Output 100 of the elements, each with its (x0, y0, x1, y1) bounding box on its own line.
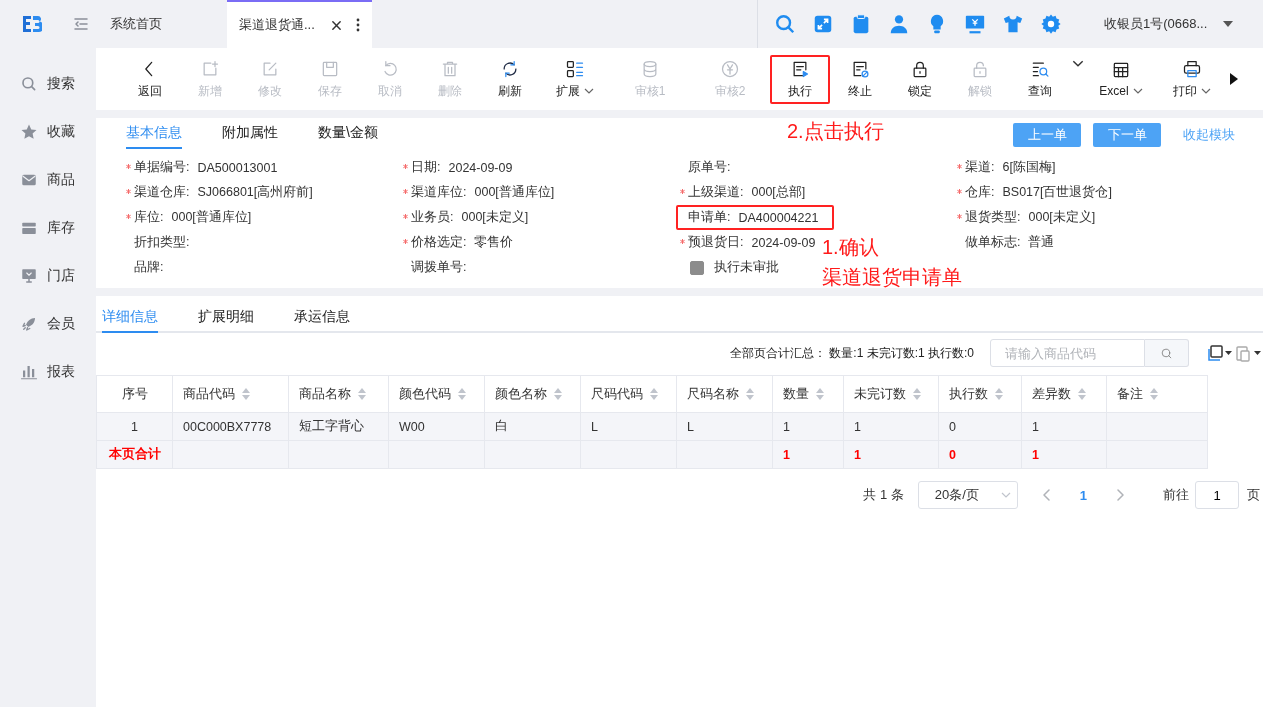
rocket-icon (20, 315, 38, 333)
table-cell: 0 (938, 412, 1022, 441)
user-menu[interactable]: 收银员1号(0668... (1104, 0, 1234, 48)
table-cell: 1 (772, 412, 844, 441)
chevron-right-icon (1115, 489, 1125, 501)
column-header[interactable]: 颜色代码 (388, 375, 485, 413)
column-header[interactable]: 数量 (772, 375, 844, 413)
table-cell: 1 (96, 412, 173, 441)
toolbar-button[interactable]: 扩展 (540, 58, 610, 100)
sidebar-item[interactable]: 报表 (0, 348, 96, 396)
toolbar-button[interactable]: 刷新 (480, 58, 540, 100)
section-tab[interactable]: 详细信息 (102, 302, 158, 333)
sidebar-item[interactable]: 门店 (0, 252, 96, 300)
sort-icon[interactable] (994, 387, 1004, 401)
toolbar-button[interactable]: 打印 (1156, 58, 1228, 100)
table-cell: 1 (843, 412, 939, 441)
table-cell: L (580, 412, 677, 441)
checkbox-label: 执行未审批 (714, 259, 779, 276)
form-field: 日期: 2024-09-09 (401, 155, 515, 180)
column-header[interactable]: 商品代码 (172, 375, 289, 413)
sort-icon[interactable] (1077, 387, 1087, 401)
chevron-down-icon (1132, 88, 1143, 94)
page-unit: 页 (1247, 486, 1260, 504)
form-field: 预退货日: 2024-09-09 (678, 230, 818, 255)
total-cell: 1 (843, 440, 939, 469)
form-field: 渠道库位: 000[普通库位] (401, 180, 557, 205)
search-icon[interactable] (774, 13, 796, 35)
sort-icon[interactable] (745, 387, 755, 401)
summary-text: 全部页合计汇总： 数量:1 未完订数:1 执行数:0 (729, 344, 974, 362)
shirt-icon[interactable] (1002, 13, 1024, 35)
sort-icon[interactable] (912, 387, 922, 401)
section-tab[interactable]: 数量\金额 (318, 118, 378, 149)
logo-icon (22, 15, 42, 33)
table-icon (1111, 60, 1131, 80)
section-tab[interactable]: 承运信息 (294, 302, 350, 333)
sidebar-item[interactable]: 库存 (0, 204, 96, 252)
sidebar-item[interactable]: 搜索 (0, 60, 96, 108)
sort-icon[interactable] (1149, 387, 1159, 401)
section-tab[interactable]: 附加属性 (222, 118, 278, 149)
form-field: 退货类型: 000[未定义] (955, 205, 1098, 230)
column-header[interactable]: 执行数 (938, 375, 1022, 413)
form-field: 申请单: DA400004221 (676, 205, 835, 230)
sort-icon[interactable] (457, 387, 467, 401)
chevron-down-icon (1000, 492, 1011, 498)
more-vertical-icon[interactable] (356, 18, 360, 32)
toolbar-button[interactable]: Excel (1086, 60, 1156, 98)
settings-icon[interactable] (1040, 13, 1062, 35)
search-icon (20, 75, 38, 93)
page-tab[interactable]: 系统首页 (96, 0, 227, 48)
toolbar-button[interactable]: 返回 (120, 58, 180, 100)
table-cell: L (676, 412, 773, 441)
paste-dropdown-icon[interactable] (1235, 344, 1261, 362)
expand-icon[interactable] (812, 13, 834, 35)
page-input[interactable]: 1 (1195, 481, 1239, 509)
column-header[interactable]: 尺码名称 (676, 375, 773, 413)
sort-icon[interactable] (553, 387, 563, 401)
total-count: 共 1 条 (863, 486, 904, 504)
toolbar-button[interactable]: 终止 (830, 58, 890, 100)
collapse-menu-icon (74, 17, 88, 31)
copy-dropdown-icon[interactable] (1207, 344, 1233, 362)
total-label: 本页合计 (96, 440, 173, 469)
page-tab[interactable]: 渠道退货通... (227, 0, 372, 48)
form-field: 上级渠道: 000[总部] (678, 180, 808, 205)
form-field: 品牌: (124, 255, 166, 280)
monitor-yen-icon[interactable] (964, 13, 986, 35)
form-field: 原单号: (678, 155, 733, 180)
sort-icon[interactable] (649, 387, 659, 401)
column-header[interactable]: 序号 (96, 375, 173, 413)
play-right-icon[interactable] (1230, 73, 1238, 85)
toolbar-button[interactable]: 锁定 (890, 58, 950, 100)
section-tab[interactable]: 扩展明细 (198, 302, 254, 333)
toolbar-button[interactable]: 执行 (788, 58, 812, 100)
toolbar-button[interactable]: 查询 (1010, 58, 1070, 100)
search-field[interactable]: 请输入商品代码 (990, 339, 1145, 367)
sort-icon[interactable] (241, 387, 251, 401)
column-header[interactable]: 未完订数 (843, 375, 939, 413)
annotation-text: 2.点击执行 (787, 119, 884, 144)
goto-label: 前往 (1163, 486, 1189, 504)
table-cell: W00 (388, 412, 485, 441)
form-field: 价格选定: 零售价 (401, 230, 516, 255)
sidebar-item[interactable]: 会员 (0, 300, 96, 348)
form-field: 渠道仓库: SJ066801[高州府前] (124, 180, 315, 205)
sort-icon[interactable] (357, 387, 367, 401)
page-size-select[interactable]: 20条/页 (917, 481, 1018, 509)
column-header[interactable]: 商品名称 (288, 375, 389, 413)
column-header[interactable]: 尺码代码 (580, 375, 677, 413)
table-cell: 白 (484, 412, 581, 441)
column-header[interactable]: 备注 (1106, 375, 1208, 413)
chevron-left-icon (1041, 489, 1052, 501)
total-cell: 1 (1021, 440, 1107, 469)
chevron-down-icon (1072, 60, 1084, 67)
sidebar-item[interactable]: 商品 (0, 156, 96, 204)
section-tab[interactable]: 基本信息 (126, 118, 182, 149)
sidebar-item[interactable]: 收藏 (0, 108, 96, 156)
person-icon[interactable] (888, 13, 910, 35)
column-header[interactable]: 差异数 (1021, 375, 1107, 413)
star-icon (20, 123, 38, 141)
sort-icon[interactable] (815, 387, 825, 401)
monitor-icon (20, 267, 38, 285)
column-header[interactable]: 颜色名称 (484, 375, 581, 413)
